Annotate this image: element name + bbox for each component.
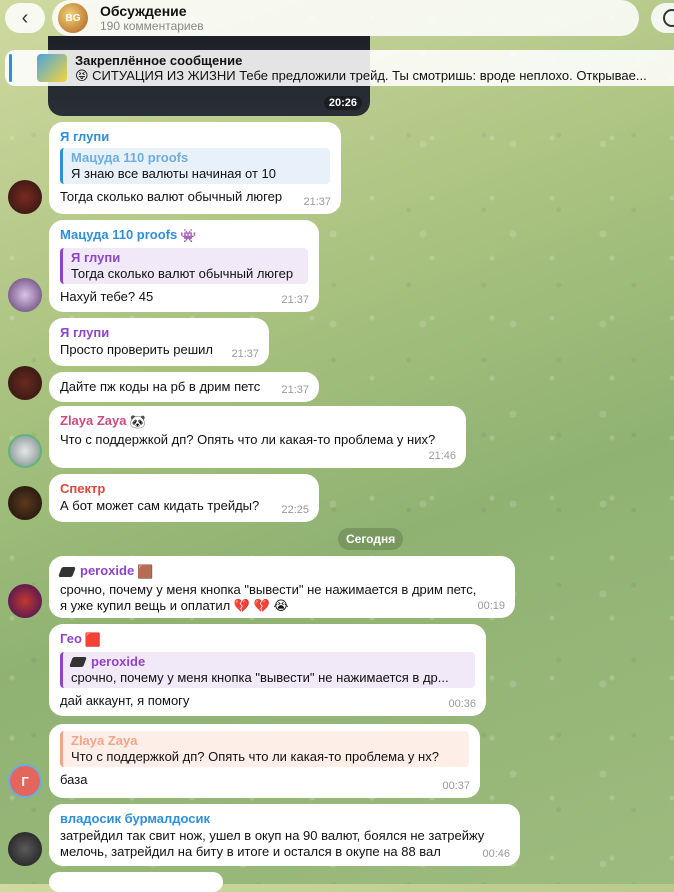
- message-bubble[interactable]: Спектр А бот может сам кидать трейды? 22…: [49, 474, 319, 522]
- pinned-thumbnail: [37, 54, 67, 82]
- panda-icon: 🐼: [129, 413, 146, 429]
- search-button[interactable]: [651, 3, 674, 33]
- message-text: А бот может сам кидать трейды?: [60, 498, 260, 513]
- pin-indicator: [9, 54, 12, 82]
- comment-count: 190 комментариев: [100, 19, 204, 33]
- message-time: 00:46: [482, 848, 510, 860]
- chat-avatar: BG: [58, 3, 88, 33]
- flag-icon: 🟥: [84, 631, 102, 647]
- message-time: 00:19: [477, 600, 505, 612]
- message-text: дай аккаунт, я помогу: [60, 692, 190, 708]
- message-bubble[interactable]: peroxide 🟫 срочно, почему у меня кнопка "…: [49, 556, 515, 618]
- reply-text: Что с поддержкой дп? Опять что ли какая-…: [71, 749, 439, 764]
- sender-name[interactable]: Я глупи: [60, 129, 330, 144]
- message-bubble[interactable]: владосик бурмалдосик затрейдил так свит …: [49, 804, 520, 866]
- date-separator: Сегодня: [338, 528, 404, 550]
- chevron-left-icon: ‹: [21, 6, 29, 29]
- message-time: 22:25: [281, 504, 309, 516]
- message-bubble[interactable]: Я глупи Мацуда 110 proofs Я знаю все вал…: [49, 122, 341, 214]
- message-bubble[interactable]: Дайте пж коды на рб в дрим петс 21:37: [49, 372, 319, 402]
- avatar[interactable]: [8, 832, 42, 866]
- message-text: Что с поддержкой дп? Опять что ли какая-…: [60, 431, 436, 447]
- message-bubble[interactable]: Гео 🟥 peroxide срочно, почему у меня кноп…: [49, 624, 486, 716]
- knife-icon: [58, 566, 76, 577]
- message-text: затрейдил так свит нож, ушел в окуп на 9…: [60, 828, 485, 859]
- reply-text: Тогда сколько валют обычный люгер: [71, 265, 294, 281]
- message-bubble[interactable]: Мацуда 110 proofs 👾 Я глупи Тогда сколько…: [49, 220, 319, 312]
- message-bubble[interactable]: Я глупи Просто проверить решил 21:37: [49, 318, 269, 366]
- search-icon: [663, 9, 674, 27]
- reply-name: Мацуда 110 proofs: [71, 150, 189, 165]
- message-text: Нахуй тебе? 45: [60, 288, 154, 304]
- avatar[interactable]: [8, 584, 42, 618]
- reply-text: Я знаю все валюты начиная от 10: [71, 166, 276, 181]
- sender-name[interactable]: владосик бурмалдосик: [60, 811, 509, 826]
- reply-quote[interactable]: Я глупи Тогда сколько валют обычный люге…: [60, 247, 308, 284]
- pinned-title: Закреплённое сообщение: [75, 53, 243, 68]
- reply-name: Я глупи: [71, 249, 121, 265]
- reply-quote[interactable]: Zlaya Zaya Что с поддержкой дп? Опять чт…: [60, 731, 469, 767]
- robot-icon: 👾: [180, 227, 197, 243]
- pinned-message[interactable]: Закреплённое сообщение 😝 СИТУАЦИЯ ИЗ ЖИЗ…: [5, 50, 674, 86]
- reply-name: Zlaya Zaya: [71, 733, 138, 748]
- back-button[interactable]: ‹: [5, 3, 45, 33]
- chat-title: Обсуждение: [100, 3, 187, 19]
- reply-text: срочно, почему у меня кнопка "вывести" н…: [71, 669, 449, 685]
- message-bubble[interactable]: Zlaya Zaya Что с поддержкой дп? Опять чт…: [49, 724, 480, 798]
- badge-icon: 🟫: [137, 563, 154, 579]
- sender-name[interactable]: Гео 🟥: [60, 631, 475, 648]
- reply-quote[interactable]: Мацуда 110 proofs Я знаю все валюты начи…: [60, 148, 330, 184]
- message-text: Тогда сколько валют обычный люгер: [60, 189, 283, 204]
- avatar[interactable]: [8, 278, 42, 312]
- message-text: база: [60, 772, 88, 787]
- message-time: 21:37: [281, 384, 309, 396]
- avatar[interactable]: Г: [8, 764, 42, 798]
- message-text: Дайте пж коды на рб в дрим петс: [60, 379, 261, 394]
- avatar[interactable]: [8, 486, 42, 520]
- message-bubble[interactable]: Zlaya Zaya 🐼 Что с поддержкой дп? Опять ч…: [49, 406, 466, 468]
- avatar[interactable]: [8, 434, 42, 468]
- message-time: 21:37: [303, 196, 331, 208]
- message-time: 00:36: [448, 698, 476, 710]
- message-time: 21:46: [428, 450, 456, 462]
- avatar[interactable]: [8, 180, 42, 214]
- message-time: 21:37: [231, 348, 259, 360]
- sender-name[interactable]: Я глупи: [60, 325, 258, 340]
- message-text: Просто проверить решил: [60, 342, 214, 357]
- sender-name[interactable]: Спектр: [60, 481, 308, 496]
- message-time: 20:26: [323, 96, 362, 110]
- message-time: 00:37: [442, 780, 470, 792]
- chat-title-bar[interactable]: BG Обсуждение 190 комментариев: [52, 0, 639, 36]
- sender-name[interactable]: Zlaya Zaya 🐼: [60, 413, 455, 430]
- message-time: 21:37: [281, 294, 309, 306]
- sender-name[interactable]: Мацуда 110 proofs 👾: [60, 227, 308, 244]
- knife-icon: [69, 657, 87, 668]
- pinned-text: 😝 СИТУАЦИЯ ИЗ ЖИЗНИ Тебе предложили трей…: [75, 68, 647, 83]
- message-text: срочно, почему у меня кнопка "вывести" н…: [60, 581, 477, 613]
- avatar[interactable]: [8, 366, 42, 400]
- sender-name[interactable]: peroxide 🟫: [58, 563, 504, 580]
- reply-name: peroxide: [69, 654, 467, 670]
- reply-quote[interactable]: peroxide срочно, почему у меня кнопка "в…: [60, 651, 475, 688]
- message-bubble[interactable]: [49, 872, 223, 892]
